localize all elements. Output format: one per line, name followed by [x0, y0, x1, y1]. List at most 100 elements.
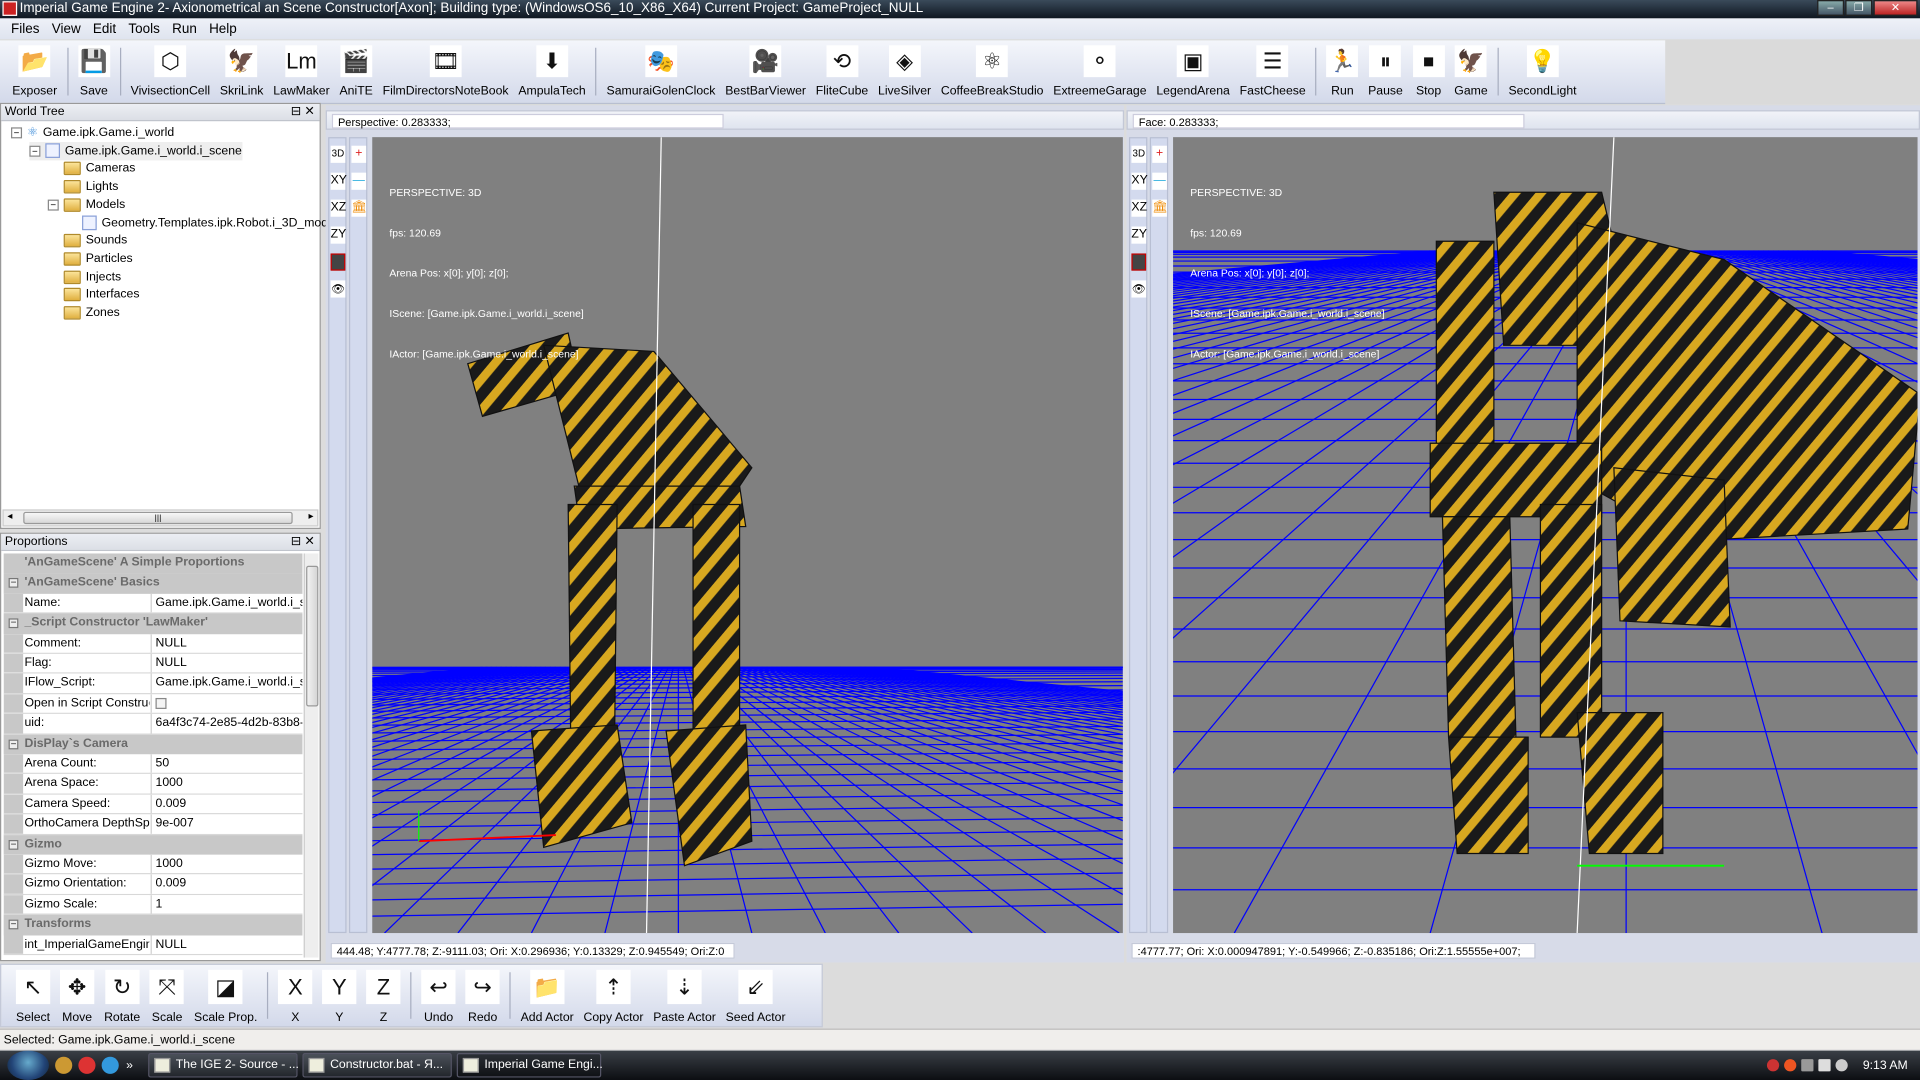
property-value[interactable]: 0.009 — [150, 874, 303, 894]
world-tree-hscrollbar[interactable]: ◂ ||| ▸ — [2, 509, 319, 527]
redo-button[interactable]: ↪ Redo — [461, 965, 505, 1026]
network-disconnected-icon[interactable] — [1818, 1059, 1831, 1072]
scroll-thumb[interactable] — [306, 565, 319, 707]
property-row[interactable]: Gizmo Move: 1000 — [3, 854, 303, 875]
quicklaunch-media-icon[interactable] — [55, 1056, 73, 1074]
taskbar-task[interactable]: Constructor.bat - Я... — [301, 1053, 452, 1078]
property-row[interactable]: Camera Speed: 0.009 — [3, 794, 303, 815]
undo-button[interactable]: ↩ Undo — [417, 965, 461, 1026]
property-value[interactable]: Game.ipk.Game.i_world.i_scene — [150, 673, 303, 693]
property-value[interactable]: 1000 — [150, 854, 303, 874]
legendarena-button[interactable]: ▣ LegendArena — [1151, 40, 1234, 102]
view-xz-button[interactable]: XZ — [1131, 199, 1147, 217]
property-row[interactable]: OrthoCamera DepthSpeed9e-007 — [3, 814, 303, 835]
zoom-out-icon[interactable]: — — [1152, 172, 1167, 190]
tree-expander-icon[interactable]: − — [29, 145, 41, 157]
property-value[interactable]: 50 — [150, 754, 303, 774]
pause-button[interactable]: ⏸ Pause — [1363, 40, 1408, 102]
tree-item[interactable]: − Game.ipk.Game.i_world.i_scene — [29, 141, 242, 161]
scroll-thumb[interactable]: ||| — [23, 511, 293, 525]
tree-item[interactable]: Injects — [63, 268, 121, 286]
view-xy-button[interactable]: XY — [1131, 172, 1148, 190]
view-xy-button[interactable]: XY — [330, 172, 347, 190]
volume-icon[interactable] — [1835, 1059, 1849, 1072]
x-button[interactable]: XX — [273, 965, 317, 1026]
property-row[interactable]: int_ImperialGameEngine NULL — [3, 935, 303, 956]
skrilink-button[interactable]: 🦅 SkriLink — [215, 40, 268, 102]
tree-item[interactable]: Zones — [63, 304, 120, 322]
menu-view[interactable]: View — [46, 21, 87, 36]
ampulatech-button[interactable]: ⬇ AmpulaTech — [513, 40, 590, 102]
property-value[interactable]: Game.ipk.Game.i_world.i_scene — [150, 593, 303, 613]
menu-help[interactable]: Help — [203, 21, 243, 36]
maximize-button[interactable]: ❐ — [1845, 0, 1873, 16]
anite-button[interactable]: 🎬 AniTE — [335, 40, 378, 102]
lawmaker-button[interactable]: Lm LawMaker — [268, 40, 334, 102]
museum-icon[interactable]: 🏛 — [351, 199, 367, 217]
tree-expander-icon[interactable]: − — [47, 199, 59, 211]
view-xz-button[interactable]: XZ — [330, 199, 346, 217]
start-button[interactable] — [7, 1050, 49, 1080]
secondlight-button[interactable]: 💡 SecondLight — [1504, 40, 1582, 102]
property-row[interactable]: Arena Space: 1000 — [3, 774, 303, 795]
property-row[interactable]: Gizmo Orientation: 0.009 — [3, 874, 303, 895]
filmdirectorsnotebook-button[interactable]: 🎞 FilmDirectorsNoteBook — [378, 40, 514, 102]
move-button[interactable]: ✥ Move — [55, 965, 99, 1026]
exposer-button[interactable]: 📂 Exposer — [7, 40, 62, 102]
tree-expander-icon[interactable]: − — [11, 127, 23, 139]
panel-float-close-buttons[interactable]: ⊟ ✕ — [291, 534, 315, 551]
quicklaunch-more-button[interactable]: » — [126, 1059, 133, 1072]
property-value[interactable]: 1000 — [150, 774, 303, 794]
extreemegarage-button[interactable]: ⚬ ExtreemeGarage — [1048, 40, 1151, 102]
property-value[interactable]: NULL — [150, 653, 303, 673]
samuraigolenclock-button[interactable]: 🎭 SamuraiGolenClock — [602, 40, 721, 102]
tree-item[interactable]: Lights — [63, 178, 118, 196]
coffeebreakstudio-button[interactable]: ⚛ CoffeeBreakStudio — [936, 40, 1048, 102]
property-value[interactable]: 1 — [150, 894, 303, 914]
collapse-toggle-icon[interactable]: − — [8, 839, 19, 850]
menu-files[interactable]: Files — [5, 21, 46, 36]
panel-float-close-buttons[interactable]: ⊟ ✕ — [291, 104, 315, 121]
menu-tools[interactable]: Tools — [122, 21, 166, 36]
property-value[interactable]: 6a4f3c74-2e85-4d2b-83b8-6 — [150, 714, 303, 733]
taskbar-task[interactable]: Imperial Game Engi... — [456, 1053, 603, 1078]
eye-icon[interactable]: 👁 — [330, 280, 346, 298]
3d-viewport-canvas[interactable]: PERSPECTIVE: 3D fps: 120.69 Arena Pos: x[0… — [1173, 137, 1918, 934]
collapse-toggle-icon[interactable]: − — [8, 578, 19, 589]
property-value[interactable]: NULL — [150, 935, 303, 954]
livesilver-button[interactable]: ◈ LiveSilver — [873, 40, 936, 102]
grid-toggle-icon[interactable] — [330, 253, 346, 271]
flitecube-button[interactable]: ⟲ FliteCube — [811, 40, 873, 102]
property-row[interactable]: IFlow_Script:Game.ipk.Game.i_world.i_sce… — [3, 673, 303, 695]
scroll-right-icon[interactable]: ▸ — [309, 511, 314, 522]
property-row[interactable]: Gizmo Scale: 1 — [3, 894, 303, 915]
property-value[interactable]: NULL — [150, 633, 303, 653]
property-value[interactable]: 9e-007 — [150, 814, 303, 834]
eye-icon[interactable]: 👁 — [1131, 280, 1147, 298]
stop-button[interactable]: ⏹ Stop — [1408, 40, 1450, 102]
zoom-in-icon[interactable]: + — [1152, 145, 1167, 163]
close-button[interactable]: ✕ — [1873, 0, 1918, 16]
viewport-mode-field[interactable]: Face: 0.283333; — [1132, 113, 1525, 129]
clock[interactable]: 9:13 AM — [1863, 1059, 1908, 1072]
rotate-button[interactable]: ↻ Rotate — [99, 965, 145, 1026]
property-row[interactable]: uid: 6a4f3c74-2e85-4d2b-83b8-6 — [3, 714, 303, 735]
taskbar-task[interactable]: The IGE 2- Source - ... — [147, 1053, 299, 1078]
view-3d-button[interactable]: 3D — [1131, 145, 1147, 163]
property-row[interactable]: Open in Script Constructor — [3, 694, 303, 715]
menu-run[interactable]: Run — [166, 21, 203, 36]
scale-button[interactable]: ⤧ Scale — [145, 965, 189, 1026]
tree-item[interactable]: Interfaces — [63, 286, 140, 304]
view-zy-button[interactable]: ZY — [330, 226, 346, 244]
security-shield-icon[interactable] — [1767, 1059, 1780, 1072]
tree-item[interactable]: − ⚛ Game.ipk.Game.i_world — [11, 124, 174, 142]
property-row[interactable]: Name:Game.ipk.Game.i_world.i_scene — [3, 593, 303, 614]
quicklaunch-ie-icon[interactable] — [101, 1056, 119, 1074]
tree-item[interactable]: − Models — [47, 196, 125, 214]
game-button[interactable]: 🦅 Game — [1449, 40, 1492, 102]
3d-viewport-canvas[interactable]: PERSPECTIVE: 3D fps: 120.69 Arena Pos: x[0… — [372, 137, 1123, 934]
alert-icon[interactable] — [1784, 1059, 1797, 1072]
collapse-toggle-icon[interactable]: − — [8, 618, 19, 629]
museum-icon[interactable]: 🏛 — [1152, 199, 1168, 217]
grid-toggle-icon[interactable] — [1131, 253, 1147, 271]
